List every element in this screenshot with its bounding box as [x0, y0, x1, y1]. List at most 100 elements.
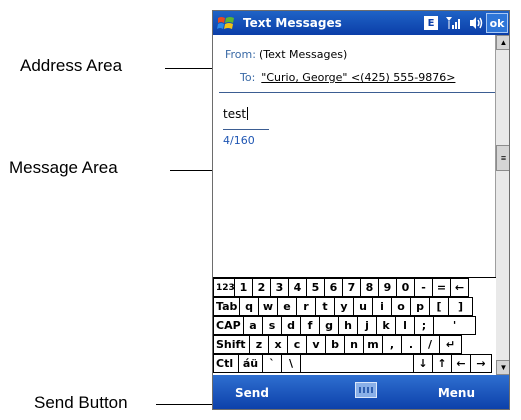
windows-flag-icon[interactable] — [213, 11, 239, 35]
to-recipient-field[interactable]: "Curio, George" <(425) 555-9876> — [261, 71, 455, 84]
to-label[interactable]: To: — [240, 71, 255, 84]
key-period[interactable]: . — [401, 335, 421, 354]
speaker-icon[interactable] — [464, 11, 486, 35]
message-body-field[interactable]: test — [223, 107, 249, 121]
send-button-leader — [156, 404, 214, 405]
key-space[interactable] — [300, 354, 414, 373]
character-counter: 4/160 — [223, 134, 255, 147]
from-row: From: (Text Messages) — [217, 48, 347, 61]
key-q[interactable]: q — [239, 297, 259, 316]
message-text: test — [223, 107, 247, 121]
key-1[interactable]: 1 — [234, 278, 253, 297]
key-caps[interactable]: CAP — [213, 316, 244, 335]
key-accents[interactable]: áü — [238, 354, 263, 373]
key-s[interactable]: s — [262, 316, 282, 335]
key-r[interactable]: r — [296, 297, 316, 316]
counter-separator — [223, 129, 269, 130]
key-quote[interactable]: ' — [433, 316, 476, 335]
key-u[interactable]: u — [353, 297, 373, 316]
key-i[interactable]: i — [372, 297, 392, 316]
scroll-down-arrow-icon[interactable]: ▼ — [496, 360, 509, 375]
key-7[interactable]: 7 — [342, 278, 361, 297]
key-c[interactable]: c — [287, 335, 307, 354]
key-l[interactable]: l — [395, 316, 415, 335]
key-slash[interactable]: / — [420, 335, 440, 354]
key-tab[interactable]: Tab — [213, 297, 240, 316]
key-4[interactable]: 4 — [288, 278, 307, 297]
address-area-leader — [165, 68, 213, 69]
key-w[interactable]: w — [258, 297, 278, 316]
key-e[interactable]: e — [277, 297, 297, 316]
key-9[interactable]: 9 — [378, 278, 397, 297]
keyboard-row-4: Shift z x c v b n m , . / ↵ — [213, 335, 462, 354]
key-down-arrow[interactable]: ↓ — [413, 354, 433, 373]
keyboard-row-2: Tab q w e r t y u i o p [ ] — [213, 297, 473, 316]
send-button-callout: Send Button — [34, 393, 128, 412]
key-f[interactable]: f — [300, 316, 320, 335]
key-minus[interactable]: - — [414, 278, 433, 297]
scroll-up-arrow-icon[interactable]: ▲ — [496, 35, 509, 50]
keyboard-row-1: 123 1 2 3 4 5 6 7 8 9 0 - = ← — [213, 278, 469, 297]
key-ctrl[interactable]: Ctl — [213, 354, 239, 373]
key-g[interactable]: g — [319, 316, 339, 335]
scroll-thumb[interactable]: ≡ — [496, 145, 509, 171]
soft-keyboard: 123 1 2 3 4 5 6 7 8 9 0 - = ← Tab q w e … — [213, 277, 496, 375]
key-t[interactable]: t — [315, 297, 335, 316]
key-a[interactable]: a — [243, 316, 263, 335]
key-equals[interactable]: = — [432, 278, 451, 297]
key-shift[interactable]: Shift — [213, 335, 250, 354]
key-b[interactable]: b — [325, 335, 345, 354]
from-value: (Text Messages) — [258, 48, 348, 61]
key-backslash[interactable]: \ — [281, 354, 301, 373]
vertical-scrollbar[interactable]: ▲ ≡ ▼ — [495, 35, 509, 375]
device-screen: Text Messages E ok From: (Text Messages)… — [212, 10, 510, 410]
address-area-callout: Address Area — [20, 56, 123, 75]
keyboard-row-3: CAP a s d f g h j k l ; ' — [213, 316, 476, 335]
key-k[interactable]: k — [376, 316, 396, 335]
menu-button[interactable]: Menu — [438, 386, 475, 400]
window-title: Text Messages — [243, 16, 342, 30]
address-separator — [219, 92, 495, 93]
key-123[interactable]: 123 — [213, 278, 235, 297]
key-o[interactable]: o — [391, 297, 411, 316]
key-right-bracket[interactable]: ] — [448, 297, 473, 316]
key-semicolon[interactable]: ; — [414, 316, 434, 335]
key-2[interactable]: 2 — [252, 278, 271, 297]
key-z[interactable]: z — [249, 335, 269, 354]
keyboard-row-5: Ctl áü ` \ ↓ ↑ ← → — [213, 354, 492, 373]
key-right-arrow[interactable]: → — [470, 354, 492, 373]
key-up-arrow[interactable]: ↑ — [432, 354, 452, 373]
from-label: From: — [225, 48, 256, 61]
key-8[interactable]: 8 — [360, 278, 379, 297]
key-p[interactable]: p — [410, 297, 430, 316]
title-bar: Text Messages E ok — [213, 11, 509, 35]
key-v[interactable]: v — [306, 335, 326, 354]
key-backtick[interactable]: ` — [262, 354, 282, 373]
key-6[interactable]: 6 — [324, 278, 343, 297]
key-comma[interactable]: , — [382, 335, 402, 354]
key-d[interactable]: d — [281, 316, 301, 335]
address-area: From: (Text Messages) To: "Curio, George… — [213, 35, 495, 97]
message-area-callout: Message Area — [9, 158, 118, 177]
e-icon[interactable]: E — [420, 11, 442, 35]
key-m[interactable]: m — [363, 335, 383, 354]
signal-icon[interactable] — [442, 11, 464, 35]
key-enter[interactable]: ↵ — [439, 335, 462, 354]
soft-key-bar: Send Menu — [213, 375, 509, 409]
ok-button[interactable]: ok — [486, 13, 508, 33]
key-n[interactable]: n — [344, 335, 364, 354]
text-cursor — [247, 107, 249, 120]
send-button[interactable]: Send — [235, 386, 269, 400]
to-row: To: "Curio, George" <(425) 555-9876> — [240, 71, 455, 84]
key-y[interactable]: y — [334, 297, 354, 316]
key-3[interactable]: 3 — [270, 278, 289, 297]
keyboard-icon[interactable] — [355, 382, 377, 398]
key-h[interactable]: h — [338, 316, 358, 335]
key-5[interactable]: 5 — [306, 278, 325, 297]
key-0[interactable]: 0 — [396, 278, 415, 297]
key-x[interactable]: x — [268, 335, 288, 354]
key-backspace[interactable]: ← — [450, 278, 469, 297]
key-j[interactable]: j — [357, 316, 377, 335]
key-left-arrow[interactable]: ← — [451, 354, 471, 373]
key-left-bracket[interactable]: [ — [429, 297, 449, 316]
